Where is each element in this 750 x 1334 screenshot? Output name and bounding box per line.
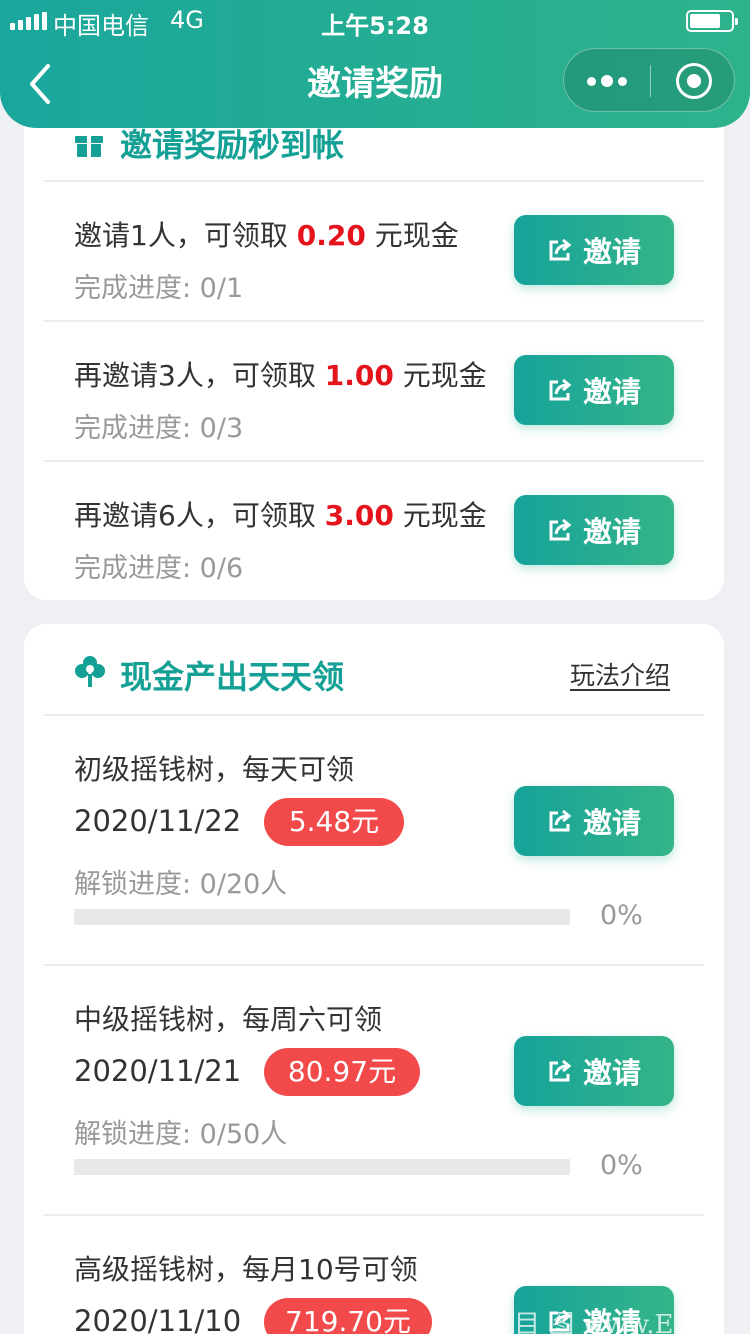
invite-button[interactable]: 邀请 — [514, 215, 674, 285]
divider — [44, 320, 704, 322]
status-time: 上午5:28 — [321, 12, 429, 40]
invite-button-label: 邀请 — [582, 235, 641, 269]
header-bar: 中国电信 4G 上午5:28 邀请奖励 — [0, 0, 750, 128]
task-unit: 元现金 — [393, 499, 487, 532]
invite-button-label: 邀请 — [582, 806, 641, 840]
tree-date: 2020/11/21 — [74, 1054, 242, 1088]
invite-task-title: 再邀请6人，可领取 3.00 元现金 — [74, 494, 487, 534]
divider — [44, 964, 704, 966]
more-button[interactable] — [564, 49, 650, 113]
gift-icon — [75, 136, 103, 157]
invite-button[interactable]: 邀请 — [514, 786, 674, 856]
tree-icon — [75, 656, 105, 687]
invite-button[interactable]: 邀请 — [514, 495, 674, 565]
invite-task-title: 邀请1人，可领取 0.20 元现金 — [74, 214, 459, 254]
close-target-icon[interactable] — [676, 63, 712, 99]
rules-link[interactable]: 玩法介绍 — [570, 656, 670, 692]
cash-section-title: 现金产出天天领 — [120, 658, 345, 696]
cash-output-card: 现金产出天天领 玩法介绍 初级摇钱树，每天可领 2020/11/22 5.48元… — [24, 624, 724, 1334]
task-text: 再邀请6人，可领取 — [74, 499, 325, 532]
tree-date: 2020/11/10 — [74, 1304, 242, 1334]
share-icon — [549, 518, 572, 541]
task-amount: 3.00 — [324, 499, 394, 532]
task-text: 邀请1人，可领取 — [74, 219, 297, 252]
invite-button-label: 邀请 — [582, 515, 641, 549]
progress-percent: 0% — [600, 900, 643, 931]
share-icon — [549, 809, 572, 832]
task-text: 再邀请3人，可领取 — [74, 359, 325, 392]
task-unit: 元现金 — [365, 219, 459, 252]
tree-date: 2020/11/22 — [74, 804, 242, 838]
task-progress: 完成进度: 0/1 — [74, 273, 244, 304]
task-unit: 元现金 — [393, 359, 487, 392]
divider — [44, 714, 704, 716]
tree-title: 高级摇钱树，每月10号可领 — [74, 1253, 418, 1286]
invite-task-title: 再邀请3人，可领取 1.00 元现金 — [74, 354, 487, 394]
progress-bar — [74, 1159, 570, 1175]
share-icon — [549, 378, 572, 401]
task-amount: 0.20 — [296, 219, 366, 252]
progress-bar — [74, 909, 570, 925]
tree-title: 初级摇钱树，每天可领 — [74, 753, 355, 786]
divider — [44, 1214, 704, 1216]
share-icon — [549, 1059, 572, 1082]
task-amount: 1.00 — [324, 359, 394, 392]
tree-amount-badge: 719.70元 — [264, 1298, 432, 1334]
tree-title: 中级摇钱树，每周六可领 — [74, 1003, 383, 1036]
task-progress: 完成进度: 0/6 — [74, 553, 244, 584]
divider — [44, 460, 704, 462]
battery-icon — [686, 10, 738, 32]
invite-button-label: 邀请 — [582, 1056, 641, 1090]
invite-button-label: 邀请 — [582, 375, 641, 409]
tree-unlock-progress: 解锁进度: 0/20人 — [74, 869, 288, 900]
invite-button[interactable]: 邀请 — [514, 355, 674, 425]
share-icon — [549, 238, 572, 261]
status-bar: 中国电信 4G 上午5:28 — [0, 0, 750, 40]
task-progress: 完成进度: 0/3 — [74, 413, 244, 444]
mini-program-capsule — [563, 48, 735, 112]
tree-unlock-progress: 解锁进度: 0/50人 — [74, 1119, 288, 1150]
tree-amount-badge: 80.97元 — [264, 1048, 420, 1096]
capsule-divider — [650, 65, 651, 97]
divider — [44, 180, 704, 182]
invite-reward-card: 邀请奖励秒到帐 邀请1人，可领取 0.20 元现金 完成进度: 0/1 邀请 再… — [24, 90, 724, 600]
progress-percent: 0% — [600, 1150, 643, 1181]
invite-button[interactable]: 邀请 — [514, 1036, 674, 1106]
watermark: 目 图 www.E31 — [514, 1310, 707, 1334]
tree-amount-badge: 5.48元 — [264, 798, 404, 846]
